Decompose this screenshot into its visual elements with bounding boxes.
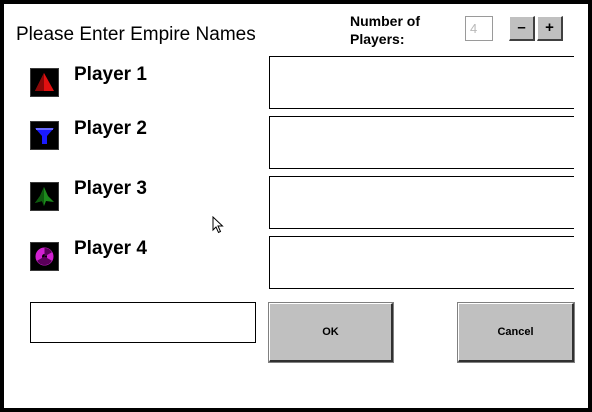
cancel-button[interactable]: Cancel <box>458 303 574 362</box>
ok-button[interactable]: OK <box>269 303 393 362</box>
dialog-title: Please Enter Empire Names <box>16 24 256 45</box>
empire-names-dialog: Please Enter Empire Names Number of Play… <box>0 0 592 412</box>
player-4-name-input[interactable] <box>269 236 574 289</box>
purple-radiation-icon <box>30 242 59 271</box>
mouse-pointer-icon <box>212 215 224 239</box>
player-3-name-input[interactable] <box>269 176 574 229</box>
blue-funnel-icon <box>30 121 59 150</box>
player-1-label: Player 1 <box>74 64 147 85</box>
player-1-name-input[interactable] <box>269 56 574 109</box>
number-of-players-label: Number of Players: <box>350 12 420 48</box>
player-2-name-input[interactable] <box>269 116 574 169</box>
green-tree-icon <box>30 182 59 211</box>
number-of-players-label-line2: Players: <box>350 31 405 47</box>
decrement-players-button[interactable]: – <box>509 16 535 41</box>
player-4-label: Player 4 <box>74 238 147 259</box>
status-box <box>30 302 256 343</box>
increment-players-button[interactable]: + <box>537 16 563 41</box>
player-3-label: Player 3 <box>74 178 147 199</box>
number-of-players-label-line1: Number of <box>350 13 420 29</box>
player-2-label: Player 2 <box>74 118 147 139</box>
number-of-players-field[interactable]: 4 <box>465 16 493 41</box>
red-pyramid-icon <box>30 68 59 97</box>
